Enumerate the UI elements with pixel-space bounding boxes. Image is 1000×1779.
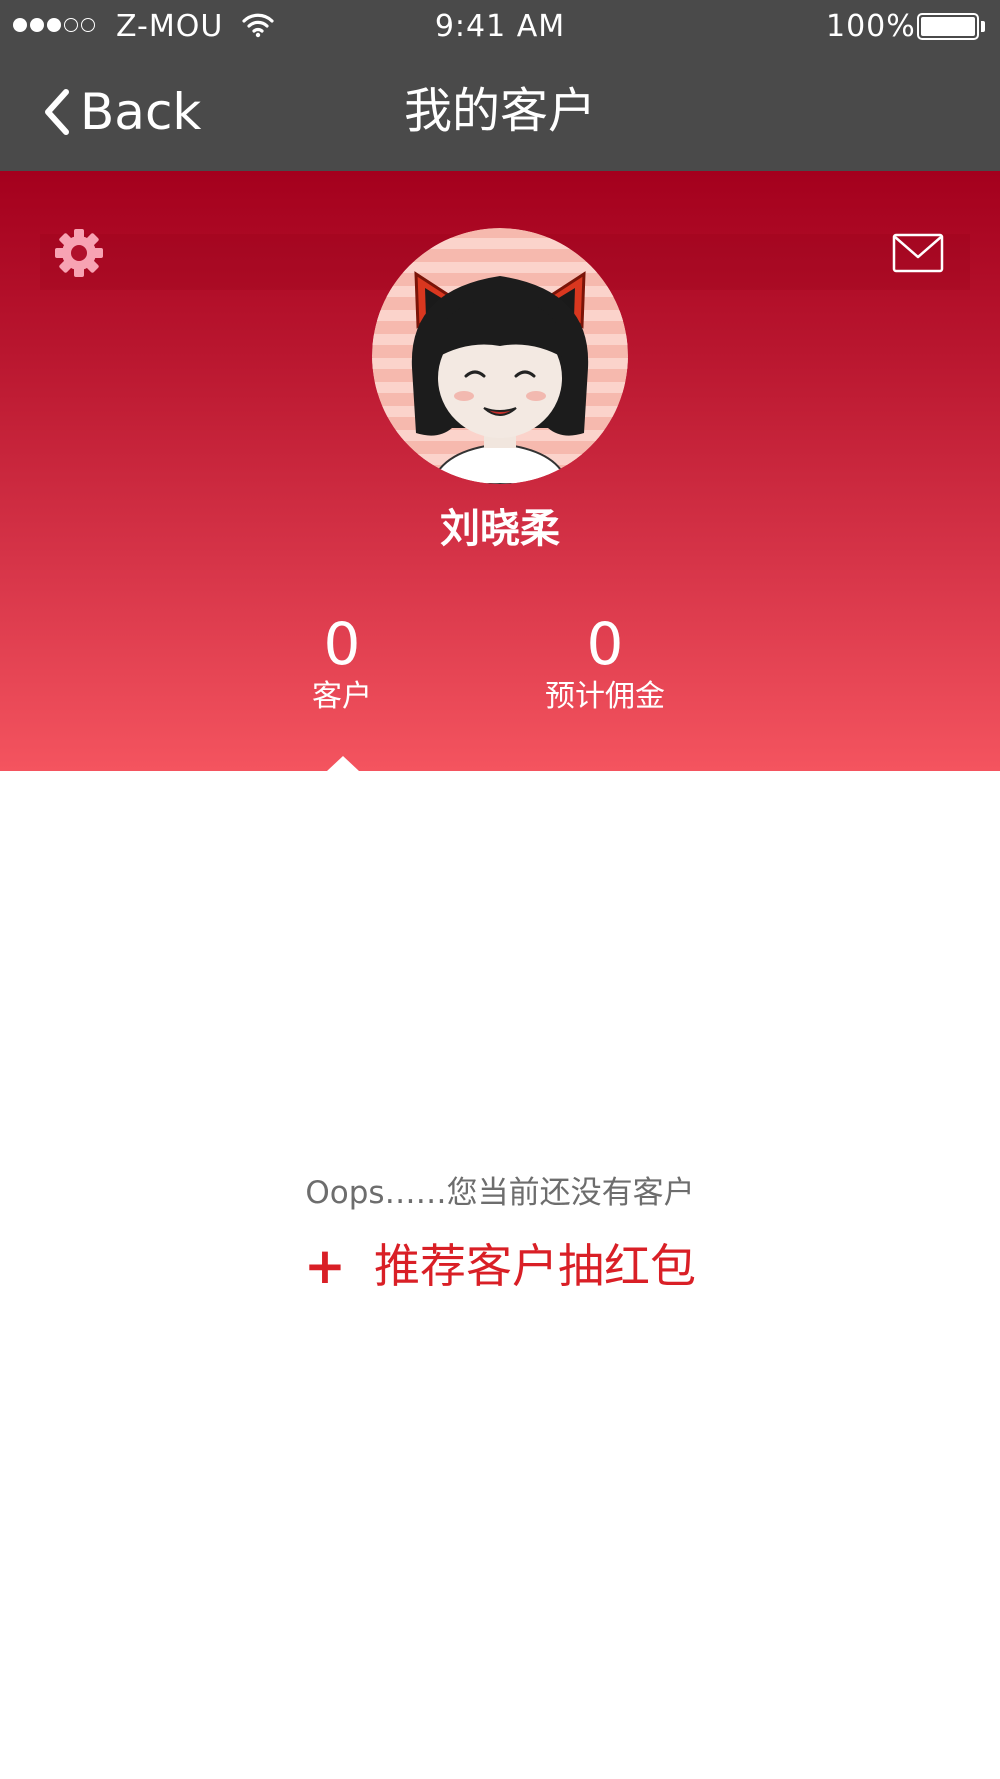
navigation-bar: Back 我的客户	[0, 54, 1000, 171]
selected-tab-indicator	[327, 756, 359, 771]
status-bar: Z-MOU 9:41 AM 100%	[0, 0, 1000, 54]
plus-icon: +	[304, 1237, 346, 1295]
battery-nub	[981, 21, 985, 32]
user-name: 刘晓柔	[440, 506, 560, 552]
recommend-customer-button[interactable]: + 推荐客户抽红包	[0, 1236, 1000, 1296]
profile-header: 刘晓柔 0 客户 0 预计佣金	[0, 171, 1000, 771]
battery-icon	[917, 13, 979, 40]
customers-count: 0	[323, 610, 361, 678]
commission-amount: 0	[586, 610, 624, 678]
my-customers-screen: Z-MOU 9:41 AM 100% Back 我的客户 刘晓柔 0 客户 0 …	[0, 0, 1000, 1779]
tab-estimated-commission[interactable]: 0 预计佣金	[505, 611, 705, 717]
commission-label: 预计佣金	[545, 679, 665, 714]
avatar	[372, 228, 628, 484]
envelope-icon[interactable]	[892, 233, 944, 273]
recommend-customer-label: 推荐客户抽红包	[373, 1239, 696, 1293]
empty-state-message: Oops……您当前还没有客户	[305, 1175, 695, 1211]
gear-icon[interactable]	[52, 226, 106, 280]
customers-label: 客户	[312, 679, 372, 714]
top-bar: Z-MOU 9:41 AM 100% Back 我的客户	[0, 0, 1000, 171]
page-title: 我的客户	[403, 83, 596, 139]
battery-percent: 100%	[826, 9, 916, 44]
tab-customers[interactable]: 0 客户	[242, 611, 442, 717]
